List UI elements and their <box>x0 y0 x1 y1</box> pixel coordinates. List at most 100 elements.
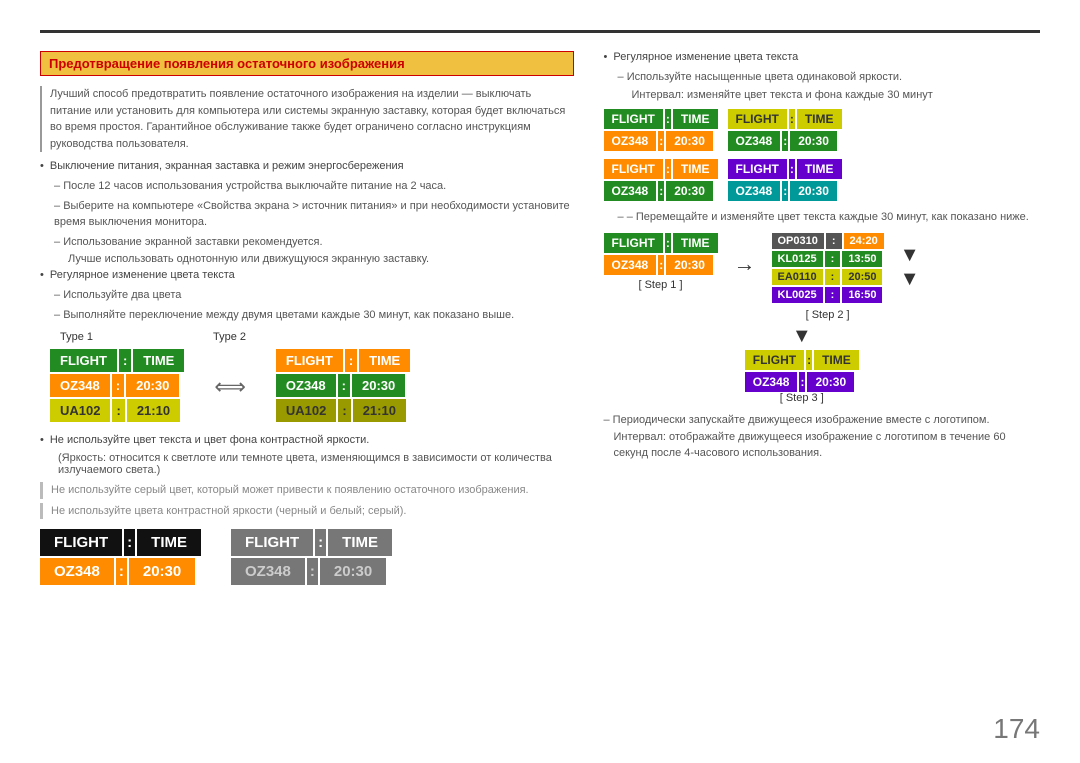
rb1-sep2: : <box>658 131 664 151</box>
swap-arrow-icon: ⟺ <box>214 374 246 400</box>
s1-flight: FLIGHT <box>604 233 663 253</box>
rb4-sep1: : <box>789 159 795 179</box>
s2-kl0125: KL0125 <box>772 251 823 267</box>
right-sub2: Интервал: изменяйте цвет текста и фона к… <box>604 89 1041 101</box>
type-labels: Type 1 Type 2 <box>60 331 574 343</box>
periodic-note: – Периодически запускайте движущееся изо… <box>604 412 1041 462</box>
rb2-oz348: OZ348 <box>728 131 781 151</box>
type2-label: Type 2 <box>213 331 246 343</box>
rb2-sep1: : <box>789 109 795 129</box>
bb2-time: TIME <box>328 529 392 556</box>
s1-2030: 20:30 <box>666 255 713 275</box>
right-sub1: Используйте насыщенные цвета одинаковой … <box>604 69 1041 86</box>
right-boards-row2: FLIGHT : TIME OZ348 : 20:30 FLIGHT : <box>604 159 1041 201</box>
s2-t2: 13:50 <box>842 251 882 267</box>
t2-ua102: UA102 <box>276 399 336 422</box>
t1-flight-header: FLIGHT <box>50 349 117 372</box>
rb1: FLIGHT : TIME OZ348 : 20:30 <box>604 109 718 151</box>
bullet1-sub4: Лучше использовать однотонную или движущ… <box>40 253 574 265</box>
t2-sep-data2: : <box>338 399 350 422</box>
rb4-flight: FLIGHT <box>728 159 787 179</box>
top-divider <box>40 30 1040 33</box>
step3-board: FLIGHT : TIME OZ348 : 20:30 <box>745 350 859 392</box>
t2-oz348: OZ348 <box>276 374 336 397</box>
bullet1-sub3: Использование экранной заставки рекоменд… <box>40 234 574 251</box>
rb2-sep2: : <box>782 131 788 151</box>
bullet2: Регулярное изменение цвета текста <box>40 269 574 281</box>
step3-block: ▼ FLIGHT : TIME OZ348 : 20:30 [ Step 3 ] <box>644 325 1041 404</box>
step3-label: [ Step 3 ] <box>780 392 824 404</box>
s1-sep1: : <box>665 233 671 253</box>
bullet3: Не используйте цвет текста и цвет фона к… <box>40 434 574 446</box>
s1-oz348: OZ348 <box>604 255 657 275</box>
down-arrow1: ▼ <box>900 243 920 267</box>
s2-t1: 24:20 <box>844 233 884 249</box>
s3-sep2: : <box>799 372 805 392</box>
down-arrows: ▼ ▼ <box>900 243 920 291</box>
s3-sep1: : <box>806 350 812 370</box>
bb2-oz348: OZ348 <box>231 558 305 585</box>
t2-sep-data1: : <box>338 374 350 397</box>
rb4-oz348: OZ348 <box>728 181 781 201</box>
rb3: FLIGHT : TIME OZ348 : 20:30 <box>604 159 718 201</box>
right-bullet1: Регулярное изменение цвета текста <box>604 51 1041 63</box>
bb1-2030: 20:30 <box>129 558 195 585</box>
bullet1-sub1: После 12 часов использования устройства … <box>40 178 574 195</box>
s3-flight: FLIGHT <box>745 350 804 370</box>
s1-sep2: : <box>658 255 664 275</box>
s3-time: TIME <box>814 350 859 370</box>
steps-section: FLIGHT : TIME OZ348 : 20:30 [ Step 1 ] → <box>604 233 1041 321</box>
bb1-sep2: : <box>116 558 127 585</box>
s2-sep-ea: : <box>825 269 841 285</box>
step2-multiboard: OP0310 : 24:20 KL0125 : 13:50 EA0110 : <box>772 233 884 305</box>
rb4-time: TIME <box>797 159 842 179</box>
step1-label: [ Step 1 ] <box>638 279 682 291</box>
s1-time: TIME <box>673 233 718 253</box>
rb2-flight: FLIGHT <box>728 109 787 129</box>
page-number: 174 <box>993 713 1040 745</box>
t2-2030: 20:30 <box>352 374 405 397</box>
s3-oz348: OZ348 <box>745 372 798 392</box>
s2-sep-op: : <box>826 233 842 249</box>
rb2-2030: 20:30 <box>790 131 837 151</box>
section-title: Предотвращение появления остаточного изо… <box>40 51 574 76</box>
step1-block: FLIGHT : TIME OZ348 : 20:30 [ Step 1 ] <box>604 233 718 291</box>
rb3-time: TIME <box>673 159 718 179</box>
note1: Не используйте серый цвет, который может… <box>40 482 574 499</box>
rb3-sep2: : <box>658 181 664 201</box>
rb1-2030: 20:30 <box>666 131 713 151</box>
step1-to-step2-arrow: → <box>734 251 756 277</box>
bullet1: Выключение питания, экранная заставка и … <box>40 160 574 172</box>
bb2-sep2: : <box>307 558 318 585</box>
step-note: – Перемещайте и изменяйте цвет текста ка… <box>604 209 1041 226</box>
bb1-flight: FLIGHT <box>40 529 122 556</box>
s2-op0310: OP0310 <box>772 233 824 249</box>
rb3-flight: FLIGHT <box>604 159 663 179</box>
t2-2110: 21:10 <box>353 399 406 422</box>
bullet2-sub2: Выполняйте переключение между двумя цвет… <box>40 307 574 324</box>
type1-label: Type 1 <box>60 331 93 343</box>
bb2-sep1: : <box>315 529 326 556</box>
bb2-2030: 20:30 <box>320 558 386 585</box>
t1-time-header: TIME <box>133 349 184 372</box>
rb4-sep2: : <box>782 181 788 201</box>
t1-2110: 21:10 <box>127 399 180 422</box>
s2-kl0025: KL0025 <box>772 287 823 303</box>
rb4: FLIGHT : TIME OZ348 : 20:30 <box>728 159 842 201</box>
bb2-flight: FLIGHT <box>231 529 313 556</box>
t1-sep-data2: : <box>112 399 124 422</box>
type-pair: FLIGHT : TIME OZ348 : 20:30 UA102 : 21:1… <box>50 349 574 424</box>
t1-oz348: OZ348 <box>50 374 110 397</box>
rb3-oz348: OZ348 <box>604 181 657 201</box>
bb1-time: TIME <box>137 529 201 556</box>
right-boards-row1: FLIGHT : TIME OZ348 : 20:30 FLIGHT : <box>604 109 1041 151</box>
bottom-board-gray: FLIGHT : TIME OZ348 : 20:30 <box>231 529 392 585</box>
t2-sep-header: : <box>345 349 357 372</box>
rb2: FLIGHT : TIME OZ348 : 20:30 <box>728 109 842 151</box>
type1-board: FLIGHT : TIME OZ348 : 20:30 UA102 : 21:1… <box>50 349 184 424</box>
s2-t4: 16:50 <box>842 287 882 303</box>
s3-2030: 20:30 <box>807 372 854 392</box>
t1-2030: 20:30 <box>126 374 179 397</box>
s2-ea0110: EA0110 <box>772 269 823 285</box>
t2-flight-header: FLIGHT <box>276 349 343 372</box>
